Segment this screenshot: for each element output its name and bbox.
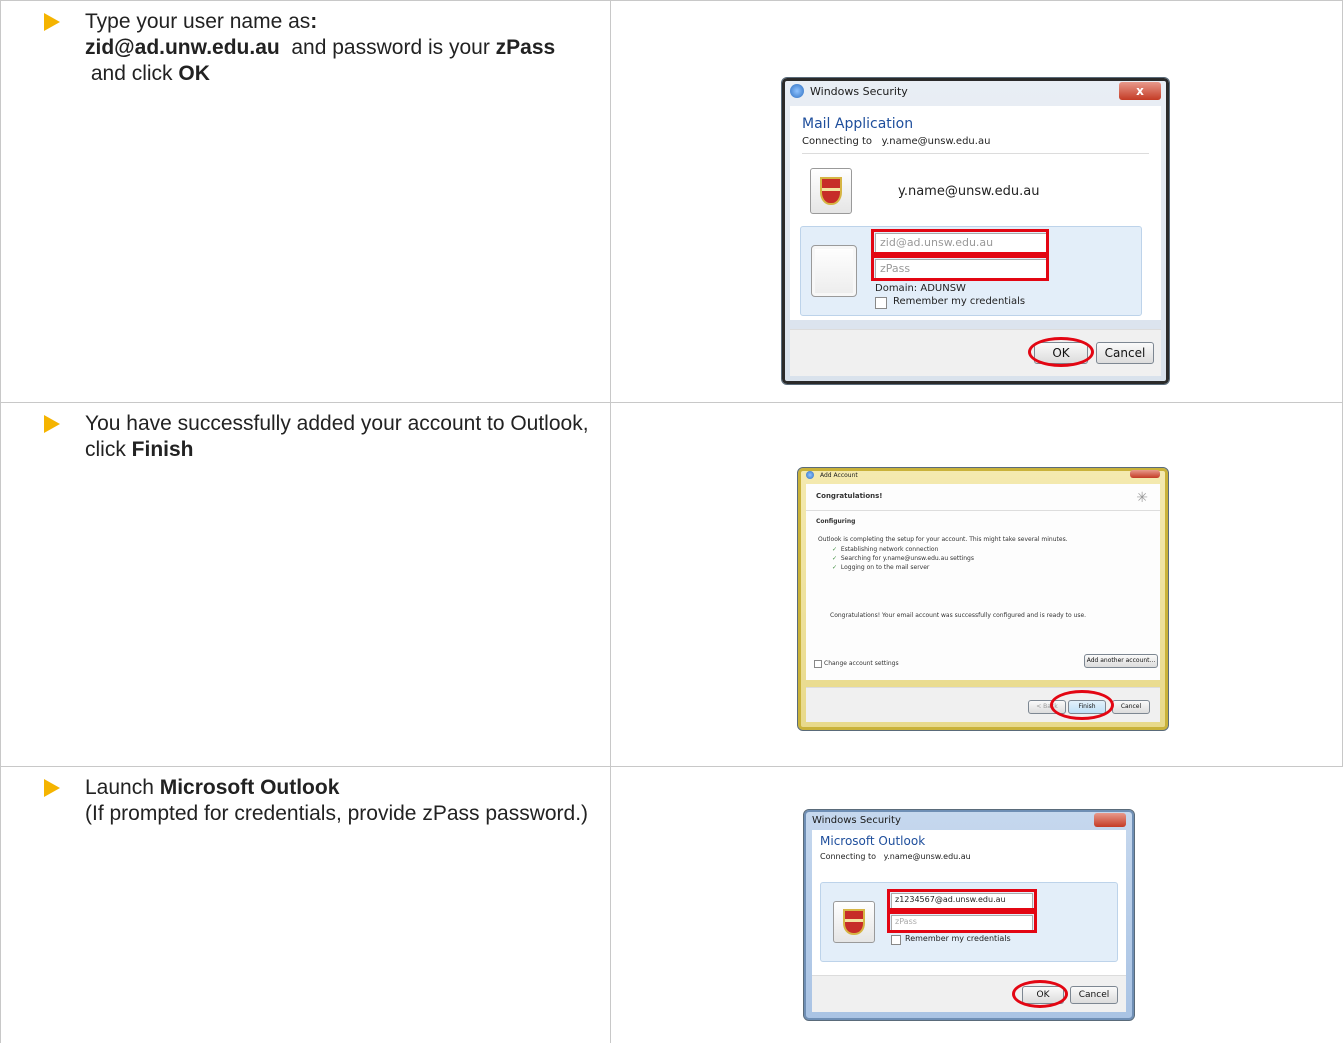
step-1-screenshot-cell: Windows Security x Mail Application Conn… [611, 1, 1343, 402]
step-1-colon: : [310, 10, 318, 33]
domain-label: Domain: ADUNSW [875, 283, 966, 294]
step-3-app: Microsoft Outlook [159, 776, 340, 799]
windows-security-dialog-outlook: Windows Security Microsoft Outlook Conne… [803, 809, 1135, 1021]
step-2-screenshot-cell: Add Account Congratulations! ✳ Configuri… [611, 403, 1343, 766]
dialog-footer: < Back Finish Cancel [806, 687, 1160, 722]
success-message: Congratulations! Your email account was … [830, 612, 1087, 619]
remember-label: Remember my credentials [893, 296, 1026, 307]
dialog-titlebar: Windows Security [782, 78, 1169, 104]
dialog-heading: Mail Application [802, 116, 914, 132]
dialog-heading: Microsoft Outlook [820, 834, 926, 848]
step-2-instruction-cell: You have successfully added your account… [0, 403, 611, 766]
close-button[interactable]: x [1119, 82, 1161, 100]
cancel-button[interactable]: Cancel [1096, 342, 1154, 364]
add-account-dialog: Add Account Congratulations! ✳ Configuri… [797, 467, 1169, 731]
connecting-label: Connecting to [802, 136, 873, 147]
remember-label: Remember my credentials [905, 934, 1011, 943]
ok-highlight [1028, 337, 1094, 367]
step-row-2: You have successfully added your account… [0, 403, 1343, 767]
username-highlight [887, 889, 1037, 911]
connecting-label: Connecting to [820, 852, 877, 861]
step-2-text: You have successfully added your account… [85, 411, 590, 463]
remember-checkbox[interactable] [875, 297, 887, 309]
remember-checkbox[interactable] [891, 935, 901, 945]
password-highlight [871, 255, 1049, 281]
step-1-username: zid@ad.unw.edu.au [85, 36, 280, 59]
step-3-prefix: Launch [85, 776, 160, 799]
dialog-title: Add Account [820, 471, 858, 479]
windows-security-dialog: Windows Security x Mail Application Conn… [781, 77, 1170, 385]
step-2-action: Finish [131, 438, 194, 461]
cancel-button[interactable]: Cancel [1112, 700, 1150, 714]
divider [802, 153, 1149, 154]
outlook-icon [806, 471, 814, 479]
bullet-arrow-icon [44, 13, 60, 31]
setup-step-1: ✓ Establishing network connection [832, 546, 939, 553]
connecting-value: y.name@unsw.edu.au [881, 136, 991, 147]
dialog-titlebar: Add Account [798, 468, 1168, 482]
saved-credential-user[interactable]: y.name@unsw.edu.au [898, 184, 1040, 199]
connecting-line: Connecting to y.name@unsw.edu.au [802, 136, 990, 147]
step-1-mid: and password is your [279, 36, 496, 59]
wand-cursor-icon: ✳ [1136, 490, 1148, 506]
close-button[interactable] [1094, 813, 1126, 827]
dialog-body: Congratulations! ✳ Configuring Outlook i… [806, 484, 1160, 680]
dialog-body: Mail Application Connecting to y.name@un… [790, 106, 1161, 320]
step-1-text: Type your user name as: zid@ad.unw.edu.a… [85, 9, 590, 87]
user-tile-icon [811, 245, 857, 297]
dialog-footer: OK Cancel [812, 975, 1126, 1012]
unsw-crest-icon [810, 168, 852, 214]
password-highlight [887, 911, 1037, 933]
cancel-button[interactable]: Cancel [1070, 986, 1118, 1004]
dialog-body: Microsoft Outlook Connecting to y.name@u… [812, 830, 1126, 976]
dialog-title: Windows Security [812, 814, 901, 826]
step-1-prefix: Type your user name as [85, 10, 311, 33]
step-1-action: OK [178, 62, 210, 85]
instructions-table: Type your user name as: zid@ad.unw.edu.a… [0, 0, 1343, 1043]
credential-entry-panel: z1234567@ad.unsw.edu.au zPass Remember m… [820, 882, 1118, 962]
step-row-1: Type your user name as: zid@ad.unw.edu.a… [0, 0, 1343, 403]
dialog-titlebar: Windows Security [804, 810, 1134, 830]
credential-entry-panel: zid@ad.unsw.edu.au zPass Domain: ADUNSW … [800, 226, 1142, 316]
step-1-and-click: and click [85, 62, 179, 85]
setup-step-2: ✓ Searching for y.name@unsw.edu.au setti… [832, 555, 974, 562]
add-another-account-button[interactable]: Add another account... [1084, 654, 1158, 668]
setup-step-3: ✓ Logging on to the mail server [832, 564, 930, 571]
step-row-3: Launch Microsoft Outlook (If prompted fo… [0, 767, 1343, 1043]
ok-highlight [1012, 980, 1068, 1008]
step-3-instruction-cell: Launch Microsoft Outlook (If prompted fo… [0, 767, 611, 1043]
bullet-arrow-icon [44, 415, 60, 433]
unsw-crest-icon [833, 901, 875, 943]
change-settings-label: Change account settings [824, 660, 899, 667]
step-3-screenshot-cell: Windows Security Microsoft Outlook Conne… [611, 767, 1343, 1043]
step-1-password: zPass [495, 36, 556, 59]
step-1-instruction-cell: Type your user name as: zid@ad.unw.edu.a… [0, 1, 611, 402]
step-3-text: Launch Microsoft Outlook (If prompted fo… [85, 775, 590, 827]
username-highlight [871, 229, 1049, 255]
finish-highlight [1050, 690, 1114, 720]
bullet-arrow-icon [44, 779, 60, 797]
connecting-line: Connecting to y.name@unsw.edu.au [820, 852, 971, 861]
close-button[interactable] [1130, 470, 1160, 478]
connecting-value: y.name@unsw.edu.au [883, 852, 971, 861]
change-settings-checkbox[interactable] [814, 660, 822, 668]
configuring-heading: Configuring [816, 518, 856, 525]
configuring-intro: Outlook is completing the setup for your… [818, 536, 1068, 543]
dialog-heading: Congratulations! [816, 492, 883, 500]
security-globe-icon [790, 84, 804, 98]
dialog-title: Windows Security [810, 84, 908, 98]
dialog-footer: OK Cancel [790, 329, 1161, 376]
step-3-note: (If prompted for credentials, provide zP… [85, 802, 589, 825]
divider [806, 510, 1160, 511]
